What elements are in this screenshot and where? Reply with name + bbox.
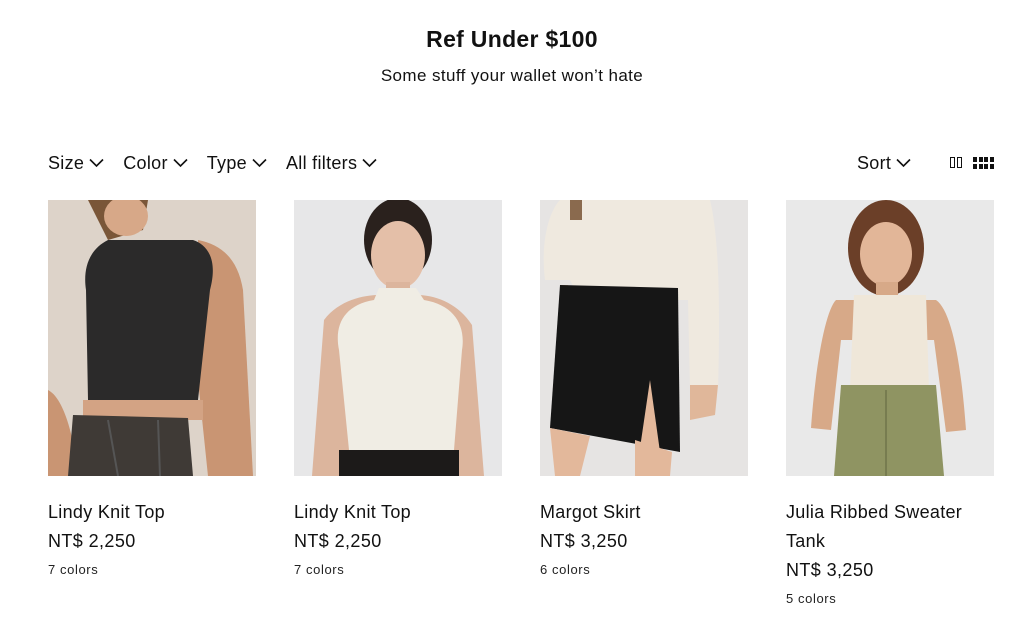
product-card[interactable]: Lindy Knit Top NT$ 2,250 7 colors [294, 200, 502, 577]
chevron-down-icon [89, 158, 104, 168]
page-subtitle: Some stuff your wallet won’t hate [380, 66, 644, 85]
chevron-down-icon [362, 158, 377, 168]
page-title: Ref Under $100 [426, 26, 598, 52]
product-price: NT$ 2,250 [294, 531, 382, 551]
product-name[interactable]: Lindy Knit Top [48, 498, 256, 527]
product-name[interactable]: Julia Ribbed Sweater Tank [786, 498, 986, 556]
filter-bar: Size Color Type All filters [48, 150, 396, 176]
chevron-down-icon [173, 158, 188, 168]
product-image[interactable] [294, 200, 502, 476]
sort-dropdown[interactable]: Sort [857, 150, 911, 176]
product-colors: 6 colors [540, 562, 591, 577]
product-price: NT$ 2,250 [48, 531, 136, 551]
color-filter-label: Color [123, 152, 168, 173]
grid-4-icon[interactable] [973, 157, 994, 169]
product-colors: 7 colors [294, 562, 345, 577]
product-image[interactable] [786, 200, 994, 476]
grid-cell [957, 157, 962, 168]
sort-label: Sort [857, 152, 892, 173]
type-filter[interactable]: Type [207, 153, 267, 174]
product-card[interactable]: Julia Ribbed Sweater Tank NT$ 3,250 5 co… [786, 200, 994, 606]
product-price: NT$ 3,250 [786, 560, 874, 580]
product-name[interactable]: Margot Skirt [540, 498, 748, 527]
type-filter-label: Type [206, 152, 247, 173]
product-colors: 7 colors [48, 562, 99, 577]
all-filters[interactable]: All filters [286, 153, 377, 174]
size-filter[interactable]: Size [48, 153, 104, 174]
all-filters-label: All filters [285, 152, 358, 173]
size-filter-label: Size [48, 152, 85, 173]
product-name[interactable]: Lindy Knit Top [294, 498, 502, 527]
chevron-down-icon [252, 158, 267, 168]
product-colors: 5 colors [786, 591, 837, 606]
product-price: NT$ 3,250 [540, 531, 628, 551]
product-image[interactable] [48, 200, 256, 476]
product-card[interactable]: Lindy Knit Top NT$ 2,250 7 colors [48, 200, 256, 577]
grid-cell [950, 157, 955, 168]
chevron-down-icon [896, 158, 911, 168]
color-filter[interactable]: Color [123, 153, 188, 174]
product-card[interactable]: Margot Skirt NT$ 3,250 6 colors [540, 200, 748, 577]
grid-2-icon[interactable] [950, 157, 962, 168]
product-image[interactable] [540, 200, 748, 476]
